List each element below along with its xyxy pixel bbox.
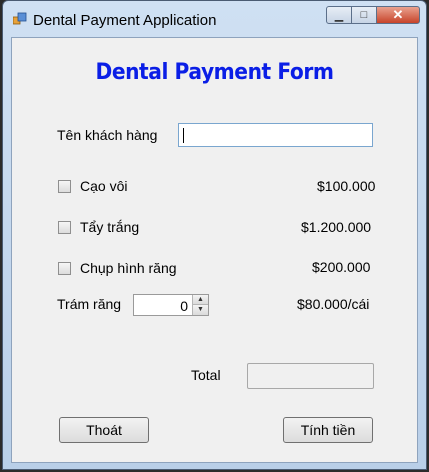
service-label-cao-voi: Cạo vôi xyxy=(80,178,128,194)
checkbox-tay-trang[interactable] xyxy=(58,221,71,234)
close-button[interactable]: ✕ xyxy=(376,6,420,24)
checkbox-cao-voi[interactable] xyxy=(58,180,71,193)
customer-name-input[interactable] xyxy=(178,123,373,147)
service-label-chup-hinh-rang: Chụp hình răng xyxy=(80,260,177,276)
service-label-tay-trang: Tẩy trắng xyxy=(80,219,140,235)
title-bar[interactable]: Dental Payment Application ▁ □ ✕ xyxy=(3,1,426,37)
customer-name-label: Tên khách hàng xyxy=(57,127,158,143)
total-field[interactable] xyxy=(247,363,374,389)
minimize-button[interactable]: ▁ xyxy=(326,6,352,24)
app-icon xyxy=(13,12,27,25)
calculate-button-label: Tính tiền xyxy=(300,422,356,438)
maximize-icon: □ xyxy=(360,9,368,21)
service-price-cao-voi: $100.000 xyxy=(317,178,376,194)
filling-quantity-stepper[interactable]: 0 ▲ ▼ xyxy=(133,294,209,316)
filling-quantity-value: 0 xyxy=(180,298,188,314)
service-price-chup-hinh-rang: $200.000 xyxy=(312,259,371,275)
close-icon: ✕ xyxy=(392,7,404,22)
maximize-button[interactable]: □ xyxy=(351,6,377,24)
exit-button[interactable]: Thoát xyxy=(59,417,149,443)
app-window: Dental Payment Application ▁ □ ✕ Dental … xyxy=(2,0,427,470)
filling-label: Trám răng xyxy=(57,296,122,312)
service-price-tay-trang: $1.200.000 xyxy=(301,219,372,235)
calculate-button[interactable]: Tính tiền xyxy=(283,417,373,443)
stepper-down-icon[interactable]: ▼ xyxy=(192,305,208,315)
form-client-area: Dental Payment Form Tên khách hàng Cạo v… xyxy=(11,37,418,463)
filling-price: $80.000/cái xyxy=(297,296,370,312)
text-caret xyxy=(183,128,184,143)
window-controls: ▁ □ ✕ xyxy=(326,6,420,24)
total-label: Total xyxy=(191,367,221,383)
window-title: Dental Payment Application xyxy=(33,12,217,29)
minimize-icon: ▁ xyxy=(334,9,344,22)
form-heading: Dental Payment Form xyxy=(95,60,334,85)
checkbox-chup-hinh-rang[interactable] xyxy=(58,262,71,275)
exit-button-label: Thoát xyxy=(86,422,122,438)
stepper-buttons: ▲ ▼ xyxy=(192,295,208,315)
stepper-up-icon[interactable]: ▲ xyxy=(192,295,208,305)
